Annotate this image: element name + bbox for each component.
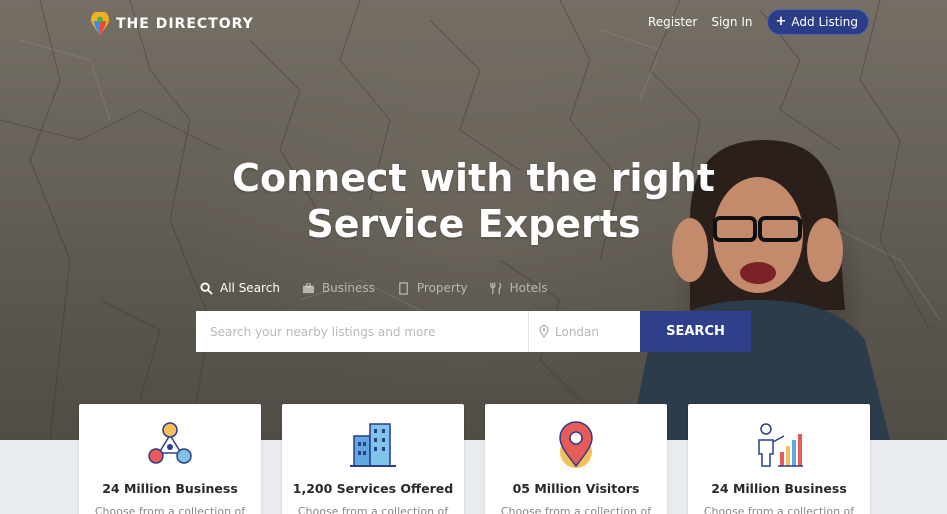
add-listing-label: Add Listing bbox=[791, 15, 858, 29]
headline-line-1: Connect with the right bbox=[232, 156, 715, 200]
search-button[interactable]: SEARCH bbox=[640, 311, 751, 352]
stat-title: 1,200 Services Offered bbox=[292, 481, 454, 496]
stats-cards: 24 Million Business Choose from a collec… bbox=[79, 404, 870, 514]
briefcase-icon bbox=[302, 282, 314, 293]
stat-description: Choose from a collection of bbox=[500, 505, 652, 514]
stat-card: 24 Million Business Choose from a collec… bbox=[688, 404, 870, 514]
hero-headline: Connect with the right Service Experts bbox=[0, 155, 947, 247]
stat-card: 05 Million Visitors Choose from a collec… bbox=[485, 404, 667, 514]
tab-label: All Search bbox=[220, 281, 280, 295]
stat-title: 05 Million Visitors bbox=[512, 481, 640, 496]
building-icon bbox=[398, 281, 408, 295]
search-input[interactable] bbox=[196, 311, 528, 352]
tab-business[interactable]: Business bbox=[302, 281, 375, 295]
tab-all-search[interactable]: All Search bbox=[200, 281, 280, 295]
logo-pin-icon bbox=[91, 12, 109, 35]
stat-title: 24 Million Business bbox=[102, 481, 238, 496]
hero-banner: THE DIRECTORY Register Sign In + Add Lis… bbox=[0, 0, 947, 440]
sign-in-link[interactable]: Sign In bbox=[711, 15, 752, 29]
add-listing-button[interactable]: + Add Listing bbox=[766, 9, 869, 35]
buildings-icon bbox=[350, 423, 396, 467]
tab-label: Business bbox=[321, 281, 375, 295]
plus-icon: + bbox=[775, 14, 787, 29]
tab-hotels[interactable]: Hotels bbox=[489, 281, 548, 295]
presenter-chart-icon bbox=[758, 423, 803, 467]
location-pin-icon bbox=[539, 325, 549, 338]
brand-name: THE DIRECTORY bbox=[116, 16, 254, 32]
location-input[interactable] bbox=[555, 324, 635, 339]
search-icon bbox=[200, 281, 213, 295]
top-nav: Register Sign In + Add Listing bbox=[648, 9, 869, 35]
stat-card: 1,200 Services Offered Choose from a col… bbox=[282, 404, 464, 514]
register-link[interactable]: Register bbox=[648, 15, 697, 29]
stat-description: Choose from a collection of bbox=[703, 505, 855, 514]
map-pin-icon bbox=[559, 421, 593, 468]
stat-description: Choose from a collection of bbox=[94, 505, 246, 514]
cutlery-icon bbox=[489, 281, 501, 294]
search-bar: SEARCH bbox=[196, 311, 751, 352]
headline-line-2: Service Experts bbox=[306, 202, 641, 246]
tab-label: Property bbox=[416, 281, 468, 295]
stat-card: 24 Million Business Choose from a collec… bbox=[79, 404, 261, 514]
tab-property[interactable]: Property bbox=[397, 281, 468, 295]
search-tabs: All Search Business Property Hotels bbox=[200, 281, 548, 295]
location-field[interactable] bbox=[528, 311, 640, 352]
brand-logo[interactable]: THE DIRECTORY bbox=[90, 12, 254, 36]
tab-label: Hotels bbox=[509, 281, 548, 295]
stat-description: Choose from a collection of bbox=[297, 505, 449, 514]
stat-title: 24 Million Business bbox=[711, 481, 847, 496]
network-people-icon bbox=[148, 422, 192, 464]
